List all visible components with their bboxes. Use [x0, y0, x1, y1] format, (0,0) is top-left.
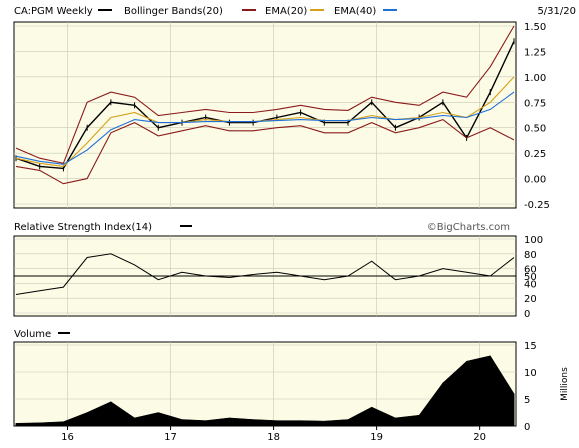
price-y-tick: 0.00	[524, 175, 546, 186]
x-tick-label: 20	[473, 432, 486, 443]
rsi-y-tick: 80	[524, 250, 537, 261]
legend-bollinger: Bollinger Bands(20)	[124, 6, 223, 17]
rsi-title: Relative Strength Index(14)	[14, 222, 152, 233]
price-y-tick: 1.00	[524, 73, 546, 84]
rsi-y-tick: 0	[524, 309, 530, 320]
price-y-axis: 1.50 1.25 1.00 0.75 0.50 0.25 0.00 -0.25	[524, 22, 550, 211]
price-y-tick: 1.50	[524, 22, 546, 33]
rsi-y-tick: 100	[524, 235, 543, 246]
x-tick-label: 16	[61, 432, 74, 443]
bigcharts-watermark: ©BigCharts.com	[427, 222, 510, 233]
price-y-tick: -0.25	[524, 200, 550, 211]
rsi-panel: Relative Strength Index(14) ©BigCharts.c…	[13, 222, 543, 320]
volume-unit-label: Millions	[560, 367, 570, 401]
x-tick-label: 18	[267, 432, 280, 443]
volume-y-tick: 10	[524, 368, 537, 379]
volume-title: Volume	[14, 329, 51, 340]
price-plot-area	[13, 21, 517, 209]
legend-ema40: EMA(40)	[334, 6, 376, 17]
rsi-y-tick: 20	[524, 294, 537, 305]
chart-date: 5/31/20	[537, 6, 576, 17]
legend-ema20: EMA(20)	[265, 6, 307, 17]
price-y-tick: 0.75	[524, 98, 546, 109]
price-y-tick: 0.25	[524, 149, 546, 160]
chart-header: CA:PGM Weekly Bollinger Bands(20) EMA(20…	[14, 6, 576, 17]
rsi-y-tick: 40	[524, 279, 537, 290]
price-panel: 1.50 1.25 1.00 0.75 0.50 0.25 0.00 -0.25	[13, 21, 550, 211]
price-y-tick: 0.50	[524, 124, 546, 135]
x-tick-label: 17	[164, 432, 177, 443]
volume-y-tick: 15	[524, 341, 537, 352]
x-tick-label: 19	[370, 432, 383, 443]
x-axis: 16 17 18 19 20	[61, 426, 486, 443]
price-y-tick: 1.25	[524, 47, 546, 58]
volume-y-tick: 0	[524, 422, 530, 433]
volume-panel: Volume 15 10 5 0 Millions	[13, 329, 570, 433]
volume-y-axis: 15 10 5 0	[524, 341, 537, 433]
volume-y-tick: 5	[524, 395, 530, 406]
stock-chart: CA:PGM Weekly Bollinger Bands(20) EMA(20…	[0, 0, 579, 444]
symbol-label: CA:PGM Weekly	[14, 6, 93, 17]
rsi-y-axis: 10080605040200	[524, 235, 543, 320]
